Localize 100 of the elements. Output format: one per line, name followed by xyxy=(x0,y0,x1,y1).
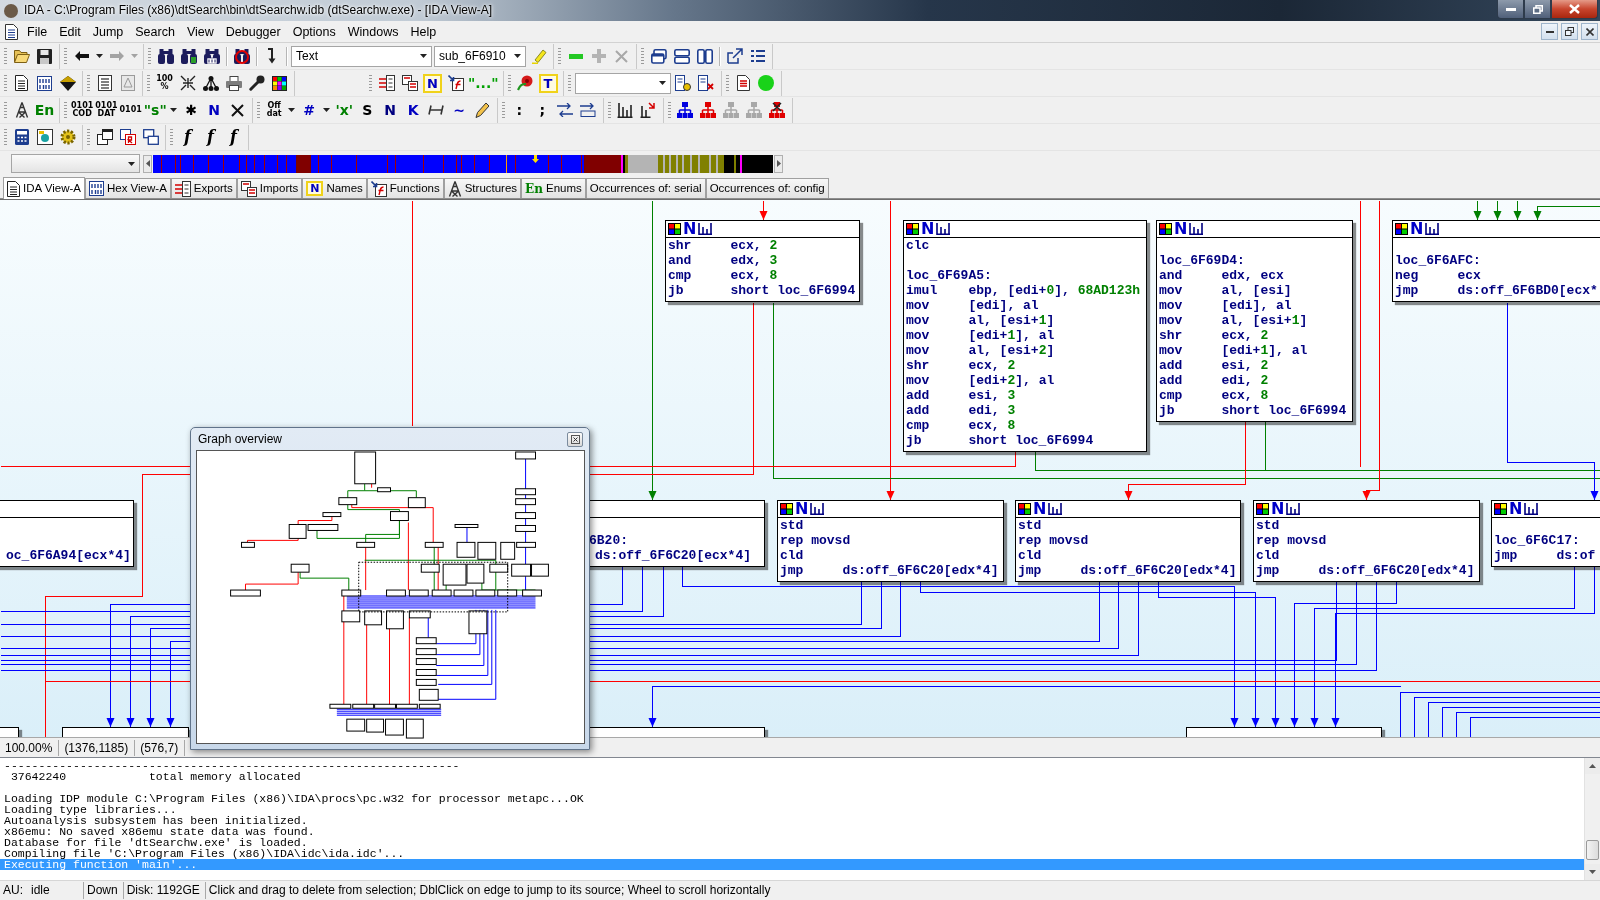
tab[interactable]: Occurrences of: serial xyxy=(585,178,706,198)
instruction-mnemonic: std xyxy=(1256,518,1281,533)
minimize-button[interactable] xyxy=(1497,0,1524,19)
scrollbar-thumb[interactable] xyxy=(1586,840,1599,860)
instruction-mnemonic: mov xyxy=(906,298,931,313)
instruction-operands: oc_6F6A94[ecx*4] xyxy=(6,548,131,563)
tab[interactable]: Occurrences of: config xyxy=(705,178,829,198)
bar-chart-icon xyxy=(1425,223,1441,235)
instruction-mnemonic: cld xyxy=(1018,548,1043,563)
combo-box[interactable]: sub_6F6910 xyxy=(434,45,526,67)
document-icon xyxy=(736,75,750,91)
bar-chart-icon xyxy=(810,503,826,515)
color-grid-icon xyxy=(272,75,287,91)
caret-icon xyxy=(514,54,521,58)
menu-item[interactable]: Edit xyxy=(53,22,87,41)
tab[interactable]: Functions xyxy=(366,178,444,198)
toolbar-button[interactable]: T xyxy=(538,73,558,93)
menu-item[interactable]: Windows xyxy=(341,22,405,41)
instruction-operands: edi, 2 xyxy=(1221,373,1269,388)
menu-item[interactable]: View xyxy=(180,22,220,41)
tab[interactable]: Structures xyxy=(443,178,522,198)
document-coin-icon xyxy=(675,75,692,91)
restore-icon xyxy=(1565,27,1574,36)
toolbar-button[interactable]: ~ xyxy=(447,98,471,122)
combo-box[interactable]: Text xyxy=(291,45,432,67)
menu-item[interactable]: Search xyxy=(129,22,181,41)
toolbar-button[interactable]: f xyxy=(176,125,199,149)
toolbar-button[interactable]: S xyxy=(355,98,379,122)
toolbar-button[interactable]: "s" xyxy=(142,98,168,122)
restore-button[interactable] xyxy=(1561,23,1578,40)
tab[interactable]: Exports xyxy=(170,178,237,198)
toolbar-button[interactable]: 0101 DAT xyxy=(94,98,119,122)
instruction-mnemonic: rep movsd xyxy=(1256,533,1327,548)
caret-icon xyxy=(323,108,331,112)
glyph-icon: N xyxy=(1033,501,1047,517)
toolbar-button[interactable]: 'x' xyxy=(332,98,356,122)
toolbar-button[interactable]: En xyxy=(33,98,56,122)
import-icon xyxy=(240,180,257,197)
minimize-button[interactable] xyxy=(1541,23,1558,40)
status-text: Down xyxy=(84,882,124,899)
menu-item[interactable]: Help xyxy=(404,22,443,41)
toolbar-button[interactable]: 100 % xyxy=(153,71,176,95)
close-button[interactable] xyxy=(1551,0,1598,19)
close-button[interactable] xyxy=(1581,23,1598,40)
toolbar-button[interactable]: K xyxy=(401,98,425,122)
instruction-mnemonic: cld xyxy=(780,548,805,563)
scroll-up-button[interactable] xyxy=(1585,758,1600,774)
instruction-mnemonic: jmp xyxy=(1395,283,1420,298)
menu-item[interactable]: Debugger xyxy=(219,22,287,41)
scroll-right-button[interactable] xyxy=(774,154,783,173)
toolbar-button[interactable]: 0101 xyxy=(118,98,143,122)
tree-icon xyxy=(202,75,219,91)
instruction-mnemonic: add xyxy=(1159,358,1184,373)
instruction-operands: edi, 3 xyxy=(968,403,1016,418)
navigation-band-drawing[interactable] xyxy=(153,154,773,173)
scroll-down-button[interactable] xyxy=(1585,864,1600,880)
instruction-mnemonic: and xyxy=(668,253,693,268)
range-icon xyxy=(428,105,445,115)
tab[interactable]: N Names xyxy=(302,178,367,198)
output-line: x86emu: No saved x86emu state data was found. xyxy=(3,826,316,837)
toolbar-button[interactable]: 0101 COD xyxy=(70,98,95,122)
toolbar-button[interactable]: ✱ xyxy=(179,98,203,122)
tab[interactable]: IDA View-A xyxy=(3,177,85,199)
instruction-operands: ecx, 8 xyxy=(730,268,778,283)
menu-item[interactable]: Options xyxy=(286,22,342,41)
toolbar-button[interactable]: # xyxy=(297,98,321,122)
pencil-icon xyxy=(475,102,490,118)
picture-icon xyxy=(36,129,53,145)
restore-icon xyxy=(1532,4,1543,14)
toolbar-button[interactable]: N xyxy=(378,98,402,122)
instruction-operands: [edi+1], al xyxy=(968,328,1055,343)
tab[interactable]: Imports xyxy=(236,178,303,198)
toolbar-button[interactable]: f xyxy=(199,125,222,149)
menu-item[interactable]: File xyxy=(21,22,54,41)
instruction-mnemonic: neg xyxy=(1395,268,1420,283)
toolbar-button[interactable]: ; xyxy=(530,98,554,122)
instruction-mnemonic: jmp xyxy=(1494,548,1519,563)
toolbar-button[interactable]: N xyxy=(423,73,442,93)
folder-icon xyxy=(13,49,30,63)
instruction-operands: short loc_6F6994 xyxy=(968,433,1094,448)
document-cross-icon xyxy=(698,75,715,91)
tower-icon xyxy=(14,102,29,118)
binoculars-icon xyxy=(157,48,174,64)
menu-item[interactable]: Jump xyxy=(86,22,130,41)
toolbar-button[interactable]: N xyxy=(202,98,226,122)
tab[interactable]: Hex View-A xyxy=(84,178,171,198)
scroll-left-button[interactable] xyxy=(143,154,152,173)
plus-icon xyxy=(591,49,606,63)
toolbar-button[interactable]: f xyxy=(222,125,245,149)
status-text: idle xyxy=(31,883,50,897)
instruction-operands: esi, 2 xyxy=(1221,358,1269,373)
toolbar-button[interactable]: : xyxy=(507,98,531,122)
caret-icon xyxy=(170,108,178,112)
instruction-mnemonic: add xyxy=(906,388,931,403)
color-grid-icon xyxy=(1018,503,1031,515)
tab[interactable]: En Enums xyxy=(521,178,586,198)
restore-button[interactable] xyxy=(1524,0,1551,19)
caret-icon xyxy=(658,81,666,85)
toolbar-button[interactable]: Off dat xyxy=(262,98,286,122)
close-button[interactable] xyxy=(567,431,583,447)
